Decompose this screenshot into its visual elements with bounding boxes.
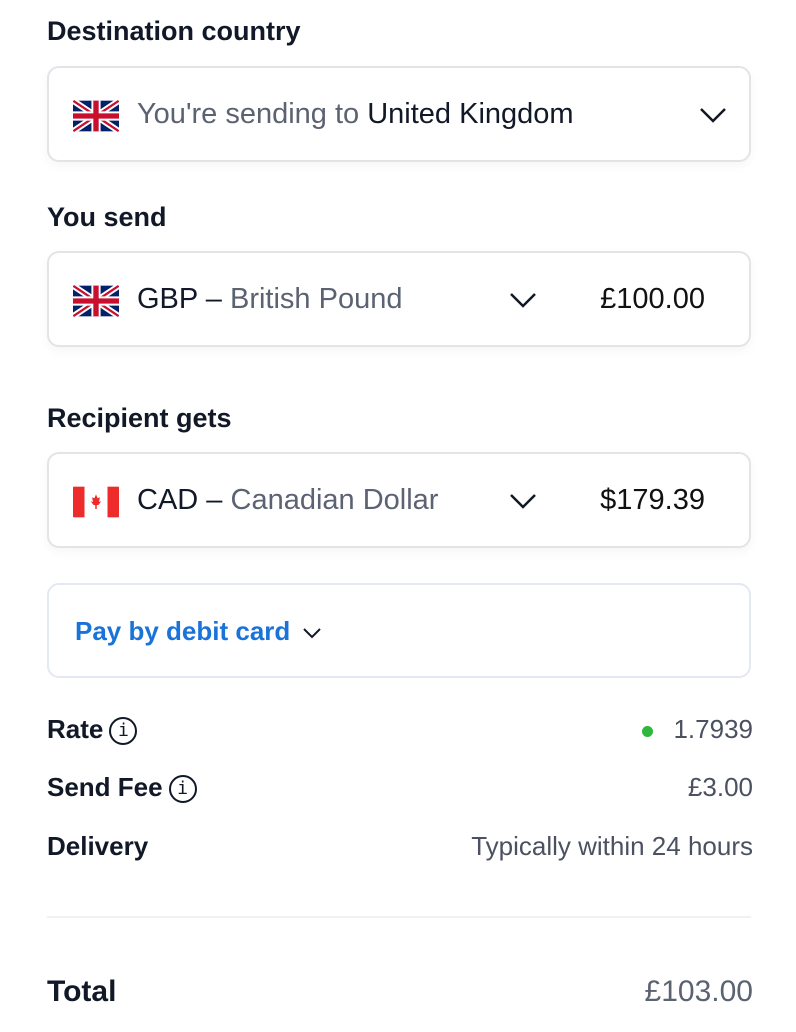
destination-prefix: You're sending to [137, 98, 360, 130]
chevron-down-icon[interactable] [509, 492, 537, 510]
send-separator: – [205, 283, 222, 315]
receive-currency-row: CAD – Canadian Dollar $179.39 [47, 452, 751, 548]
destination-label: Destination country [47, 16, 301, 46]
receive-separator: – [206, 484, 223, 516]
info-icon[interactable]: i [168, 775, 197, 804]
info-icon[interactable]: i [109, 717, 138, 746]
destination-country: United Kingdom [367, 98, 574, 130]
send-currency-select[interactable]: GBP – British Pound [137, 253, 402, 345]
total-value: £103.00 [644, 975, 753, 1008]
chevron-down-icon[interactable] [509, 291, 537, 309]
delivery-row: Delivery Typically within 24 hours [47, 831, 753, 867]
send-amount-input[interactable]: £100.00 [600, 253, 705, 345]
total-row: Total £103.00 [47, 975, 753, 1015]
send-currency-code: GBP [137, 283, 198, 315]
chevron-down-icon [700, 108, 726, 123]
chevron-down-icon [302, 628, 321, 639]
rate-status-dot [642, 725, 654, 737]
fee-label: Send Fee i [47, 772, 197, 804]
receive-currency-code: CAD [137, 484, 199, 516]
payment-method-select[interactable]: Pay by debit card [47, 583, 751, 678]
uk-flag-icon [73, 100, 119, 132]
divider [47, 916, 751, 918]
rate-label: Rate i [47, 714, 138, 746]
payment-method-text: Pay by debit card [75, 616, 291, 646]
fee-label-text: Send Fee [47, 772, 163, 802]
fee-value: £3.00 [687, 772, 753, 802]
destination-text: You're sending to United Kingdom [137, 68, 574, 160]
send-label: You send [47, 202, 167, 232]
payment-method-label: Pay by debit card [75, 585, 322, 677]
receive-currency-name: Canadian Dollar [230, 484, 439, 516]
delivery-value: Typically within 24 hours [471, 831, 753, 861]
send-currency-row: GBP – British Pound £100.00 [47, 251, 751, 347]
rate-value-wrap: 1.7939 [642, 714, 753, 745]
rate-label-text: Rate [47, 714, 104, 744]
fee-row: Send Fee i £3.00 [47, 772, 753, 808]
canada-flag-icon [73, 486, 119, 518]
receive-amount-input[interactable]: $179.39 [600, 454, 705, 546]
rate-value: 1.7939 [673, 714, 753, 744]
delivery-label: Delivery [47, 831, 149, 861]
receive-currency-select[interactable]: CAD – Canadian Dollar [137, 454, 438, 546]
receive-label: Recipient gets [47, 403, 232, 433]
total-label: Total [47, 975, 117, 1008]
destination-country-select[interactable]: You're sending to United Kingdom [47, 66, 751, 162]
send-currency-name: British Pound [229, 283, 403, 315]
uk-flag-icon [73, 285, 119, 317]
rate-row: Rate i 1.7939 [47, 714, 753, 750]
